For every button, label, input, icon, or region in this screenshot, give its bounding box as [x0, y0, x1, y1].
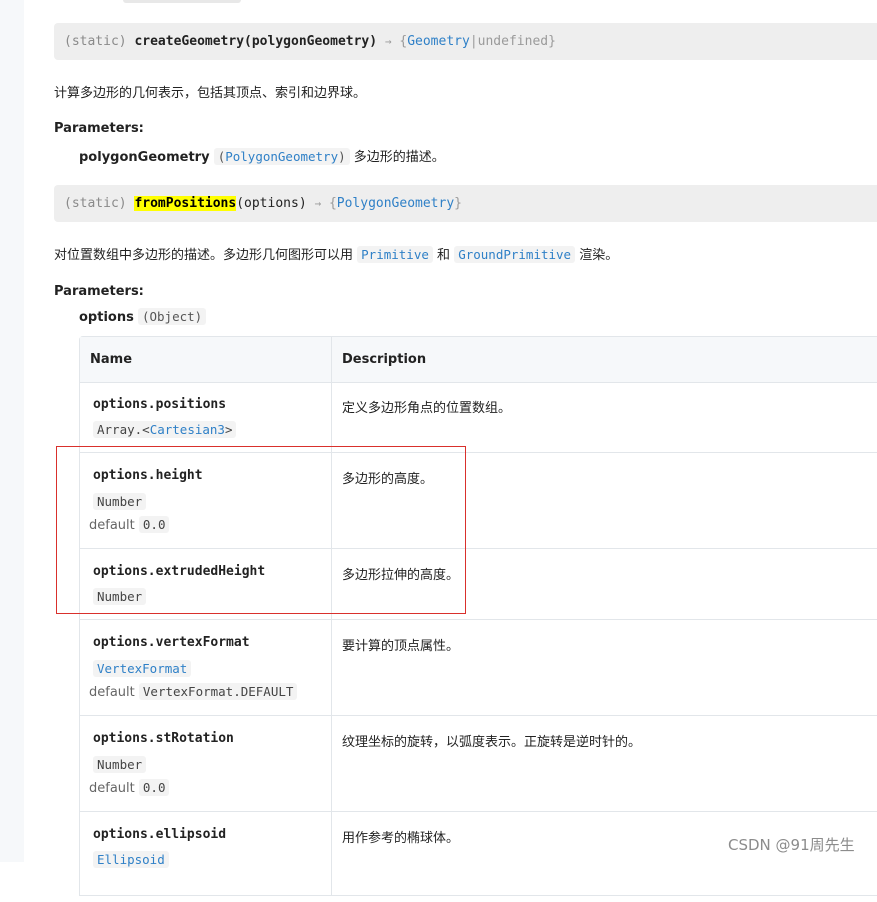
table-row: options.ellipsoid Ellipsoid 用作参考的椭球体。 [80, 812, 877, 902]
options-table: Name Description options.positions Array… [79, 336, 877, 896]
type-link-cartesian3[interactable]: Cartesian3 [150, 422, 225, 437]
brace-close: } [548, 34, 556, 49]
return-type-link-polygongeometry[interactable]: PolygonGeometry [337, 196, 454, 211]
option-default: default VertexFormat.DEFAULT [89, 683, 298, 700]
static-keyword: (static) [64, 34, 127, 49]
left-rail [0, 0, 24, 862]
parameter-options: options (Object) [79, 308, 207, 325]
desc-text: 渲染。 [579, 248, 619, 263]
option-name: options.ellipsoid [93, 827, 227, 842]
paren-close: ) [338, 149, 346, 164]
method-description: 对位置数组中多边形的描述。多边形几何图形可以用 Primitive 和 Grou… [54, 244, 618, 263]
option-name: options.vertexFormat [93, 635, 250, 650]
option-name: options.positions [93, 397, 227, 412]
brace-open: { [328, 196, 337, 211]
parameter-polygonGeometry: polygonGeometry (PolygonGeometry) 多边形的描述… [79, 146, 445, 165]
return-type-undefined: undefined [477, 34, 549, 49]
type-prefix: Array.< [97, 422, 150, 437]
table-row: options.positions Array.<Cartesian3> 定义多… [80, 382, 877, 453]
link-groundprimitive[interactable]: GroundPrimitive [454, 246, 576, 263]
table-header: Name Description [80, 337, 877, 383]
default-value: 0.0 [138, 779, 170, 796]
desc-text: 和 [437, 248, 451, 263]
link-primitive[interactable]: Primitive [357, 246, 433, 263]
parameter-description: 多边形的描述。 [353, 150, 445, 165]
method-signature-createGeometry: (static) createGeometry(polygonGeometry)… [54, 23, 877, 60]
method-description: 计算多边形的几何表示，包括其顶点、索引和边界球。 [54, 86, 367, 101]
option-type: Number [93, 756, 147, 773]
default-value: VertexFormat.DEFAULT [138, 683, 298, 700]
type-separator: | [469, 34, 478, 49]
type-link-vertexformat[interactable]: VertexFormat [93, 660, 192, 677]
type-link-ellipsoid[interactable]: Ellipsoid [93, 851, 169, 868]
previous-section-stub [123, 0, 241, 3]
parameters-heading: Parameters: [54, 121, 144, 136]
parameter-name: options [79, 310, 134, 325]
option-description: 用作参考的椭球体。 [342, 831, 460, 846]
brace-close: } [454, 196, 462, 211]
parameter-name: polygonGeometry [79, 150, 210, 165]
return-type-link-geometry[interactable]: Geometry [407, 34, 470, 49]
default-label: default [89, 685, 135, 700]
column-header-description: Description [342, 352, 427, 367]
method-name-highlighted: fromPositions [134, 196, 237, 211]
option-description: 要计算的顶点属性。 [342, 639, 460, 654]
return-arrow: → [314, 197, 322, 210]
watermark: CSDN @91周先生 [728, 836, 855, 854]
table-row: options.vertexFormat VertexFormat defaul… [80, 620, 877, 716]
option-description: 定义多边形角点的位置数组。 [342, 401, 512, 416]
option-description: 纹理坐标的旋转，以弧度表示。正旋转是逆时针的。 [342, 735, 642, 750]
annotation-highlight-box [56, 446, 466, 614]
static-keyword: (static) [64, 196, 127, 211]
option-name: options.stRotation [93, 731, 234, 746]
method-args: (options) [236, 196, 307, 211]
method-signature-fromPositions: (static) fromPositions(options) → {Polyg… [54, 185, 877, 222]
column-header-name: Name [90, 352, 133, 367]
parameter-type: (Object) [137, 308, 207, 325]
return-arrow: → [384, 35, 392, 48]
option-type: Array.<Cartesian3> [93, 421, 237, 438]
table-row: options.stRotation Number default 0.0 纹理… [80, 716, 877, 812]
type-link-polygongeometry[interactable]: PolygonGeometry [225, 149, 338, 164]
column-divider [331, 337, 332, 895]
parameter-type: (PolygonGeometry) [213, 148, 350, 165]
method-name: createGeometry(polygonGeometry) [134, 34, 378, 49]
option-default: default 0.0 [89, 779, 170, 796]
default-label: default [89, 781, 135, 796]
type-suffix: > [224, 422, 233, 437]
parameters-heading: Parameters: [54, 284, 144, 299]
desc-text: 对位置数组中多边形的描述。多边形几何图形可以用 [54, 248, 354, 263]
